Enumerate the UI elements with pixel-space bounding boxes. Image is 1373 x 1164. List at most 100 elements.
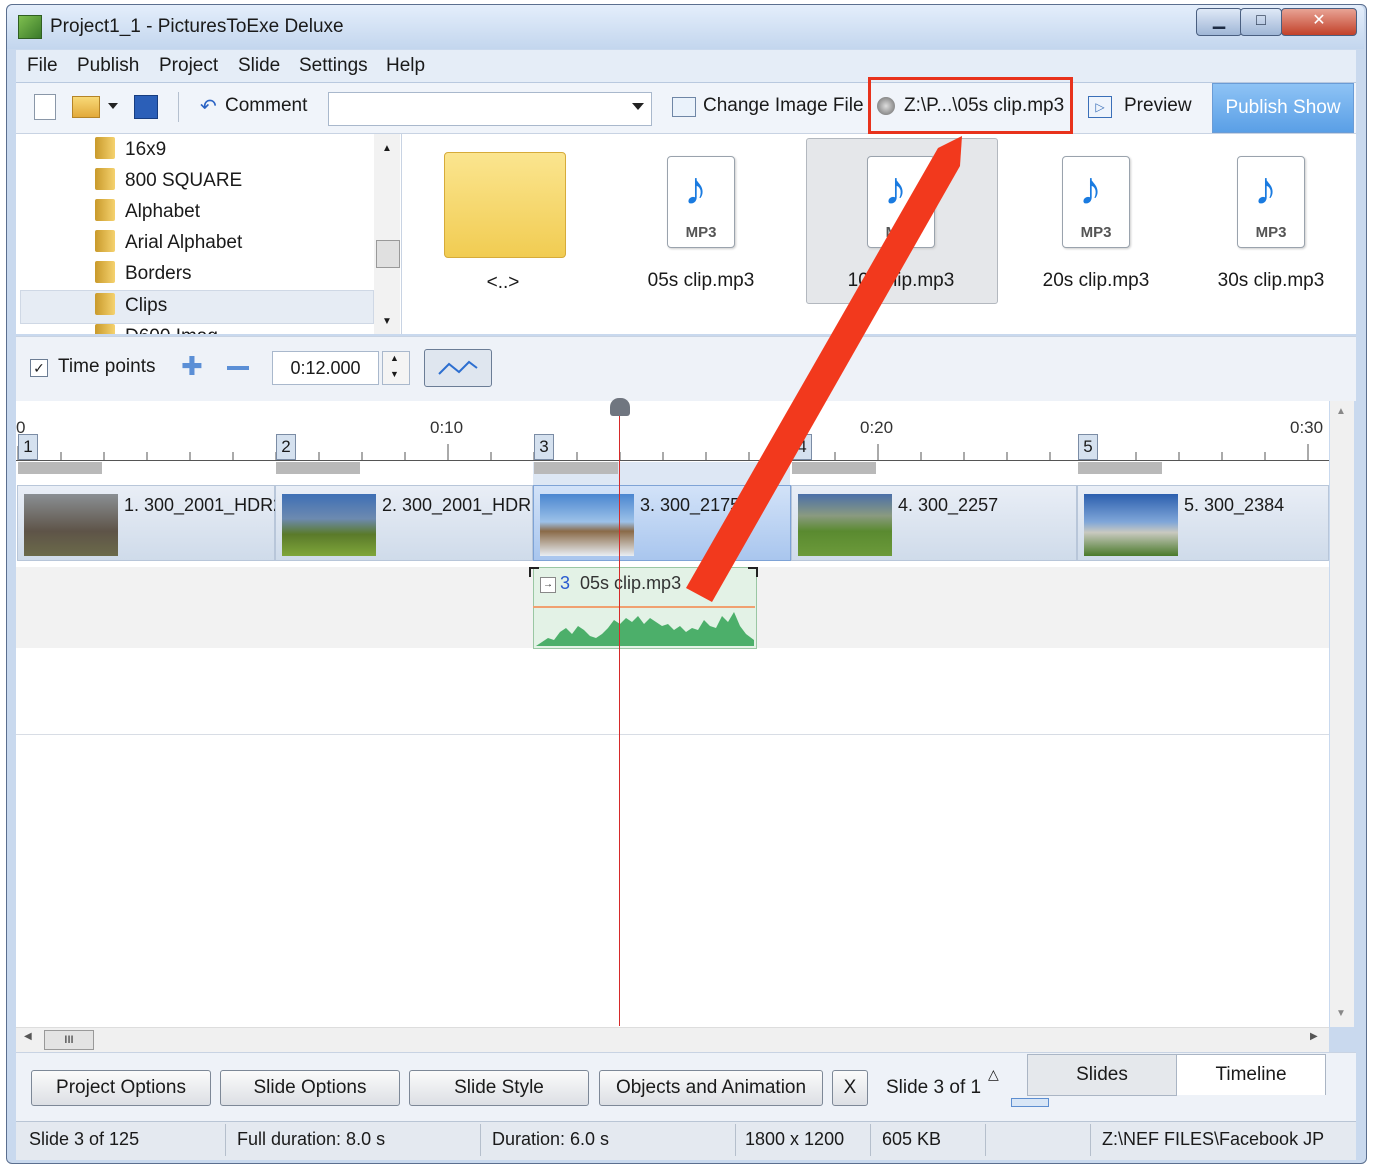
slide-label: 1. 300_2001_HDR2 xyxy=(124,495,284,515)
status-resolution: 1800 x 1200 xyxy=(745,1129,845,1149)
slide-options-button[interactable]: Slide Options xyxy=(220,1070,400,1106)
transition-bar[interactable] xyxy=(276,462,360,474)
tree-scrollbar[interactable] xyxy=(374,134,400,334)
triangle-up-icon[interactable]: △ xyxy=(988,1066,999,1083)
maximize-button[interactable]: □ xyxy=(1240,8,1282,36)
menu-file[interactable]: File xyxy=(27,55,58,77)
scroll-right-icon[interactable]: ▶ xyxy=(1310,1031,1318,1042)
timeline-vertical-scrollbar[interactable] xyxy=(1330,401,1354,1027)
file-tile[interactable]: ♪ MP3 20s clip.mp3 xyxy=(1001,140,1191,300)
horizontal-scroll-thumb[interactable]: III xyxy=(44,1030,94,1050)
clip-bracket-right[interactable] xyxy=(748,567,758,577)
slide-number-marker[interactable]: 3 xyxy=(534,434,554,460)
tree-folder[interactable]: D600 Imag... xyxy=(95,324,234,334)
slide-style-button[interactable]: Slide Style xyxy=(409,1070,589,1106)
file-tile-selected[interactable]: ♪ MP3 10s clip.mp3 xyxy=(806,140,996,300)
scroll-up-icon[interactable]: ▲ xyxy=(382,143,392,154)
comment-button[interactable]: Comment xyxy=(225,95,307,117)
clip-bracket-left[interactable] xyxy=(529,567,539,577)
tree-folder[interactable]: 16x9 xyxy=(95,137,166,167)
file-tile[interactable]: ♪ MP3 30s clip.mp3 xyxy=(1186,140,1356,300)
tree-scroll-thumb[interactable] xyxy=(376,240,400,268)
slide-thumbnail xyxy=(798,494,892,556)
close-panel-button[interactable]: X xyxy=(832,1070,868,1106)
timeline-slide[interactable]: 2. 300_2001_HDR xyxy=(275,485,533,561)
chevron-down-icon[interactable] xyxy=(632,103,644,110)
scroll-left-icon[interactable]: ◀ xyxy=(24,1031,32,1042)
open-folder-icon[interactable] xyxy=(72,96,100,118)
slide-thumbnail xyxy=(1084,494,1178,556)
minimize-button[interactable]: ▁ xyxy=(1196,8,1242,36)
objects-animation-button[interactable]: Objects and Animation xyxy=(599,1070,823,1106)
playhead-handle[interactable] xyxy=(610,398,630,416)
timeline-slide[interactable]: 4. 300_2257 xyxy=(791,485,1077,561)
ruler-ticks xyxy=(17,444,1309,460)
project-options-button[interactable]: Project Options xyxy=(31,1070,211,1106)
zoom-slider[interactable] xyxy=(1011,1098,1049,1107)
slide-label: 5. 300_2384 xyxy=(1184,495,1285,515)
envelope-toggle-button[interactable] xyxy=(424,349,492,387)
remove-point-icon[interactable] xyxy=(227,366,249,370)
undo-comment-icon: ↶ xyxy=(200,96,217,118)
folder-icon xyxy=(95,230,115,252)
status-separator xyxy=(870,1124,871,1156)
add-point-icon[interactable]: ✚ xyxy=(181,353,203,379)
scroll-down-icon[interactable]: ▼ xyxy=(1336,1008,1346,1019)
tree-folder[interactable]: 800 SQUARE xyxy=(95,168,242,198)
file-tile[interactable]: ♪ MP3 05s clip.mp3 xyxy=(606,140,796,300)
menu-settings[interactable]: Settings xyxy=(299,55,368,77)
preview-button[interactable]: Preview xyxy=(1124,95,1192,117)
file-name: 30s clip.mp3 xyxy=(1217,270,1325,291)
transition-bar[interactable] xyxy=(1078,462,1162,474)
menu-project[interactable]: Project xyxy=(159,55,218,77)
menu-publish[interactable]: Publish xyxy=(77,55,139,77)
transition-bar[interactable] xyxy=(534,462,618,474)
annotation-highlight-box xyxy=(868,77,1073,134)
playhead-line[interactable] xyxy=(619,408,620,1026)
mp3-icon: ♪ MP3 xyxy=(667,156,735,248)
file-name: 05s clip.mp3 xyxy=(647,270,755,291)
tree-folder[interactable]: Borders xyxy=(95,261,192,291)
spin-up-icon[interactable]: ▲ xyxy=(390,353,399,363)
transition-bar[interactable] xyxy=(792,462,876,474)
toolbar-separator xyxy=(178,92,179,122)
slide-number-marker[interactable]: 1 xyxy=(18,434,38,460)
tree-folder[interactable]: Alphabet xyxy=(95,199,200,229)
time-position-field[interactable]: 0:12.000 xyxy=(272,351,379,385)
menu-help[interactable]: Help xyxy=(386,55,425,77)
comment-input[interactable] xyxy=(328,92,652,126)
status-separator xyxy=(1090,1124,1091,1156)
file-tile[interactable]: <..> xyxy=(408,140,598,300)
timeline-slide-selected[interactable]: 3. 300_2175 xyxy=(533,485,791,561)
transition-bar[interactable] xyxy=(18,462,102,474)
save-icon[interactable] xyxy=(134,95,158,119)
tree-folder-label: Arial Alphabet xyxy=(125,232,243,253)
expand-icon[interactable]: → xyxy=(540,577,556,593)
slide-number-marker[interactable]: 2 xyxy=(276,434,296,460)
slide-number-marker[interactable]: 5 xyxy=(1078,434,1098,460)
scroll-down-icon[interactable]: ▼ xyxy=(382,316,392,327)
timeline-slide[interactable]: 1. 300_2001_HDR2 xyxy=(17,485,283,561)
folder-icon xyxy=(95,137,115,159)
tree-folder[interactable]: Arial Alphabet xyxy=(95,230,242,260)
status-size: 605 KB xyxy=(882,1129,942,1149)
menu-slide[interactable]: Slide xyxy=(238,55,280,77)
slide-number-marker[interactable]: 4 xyxy=(792,434,812,460)
folder-icon xyxy=(95,168,115,190)
new-file-icon[interactable] xyxy=(34,94,56,120)
spin-down-icon[interactable]: ▼ xyxy=(390,369,399,379)
publish-show-button[interactable]: Publish Show xyxy=(1212,83,1354,133)
scroll-up-icon[interactable]: ▲ xyxy=(1336,406,1346,417)
audio-waveform xyxy=(536,612,754,646)
timeline-horizontal-scrollbar[interactable] xyxy=(16,1027,1329,1052)
timeline-slide[interactable]: 5. 300_2384 xyxy=(1077,485,1329,561)
ruler-label: 0:30 xyxy=(1290,418,1324,437)
slide-label: 3. 300_2175 xyxy=(640,495,741,515)
tree-folder-selected[interactable]: Clips xyxy=(95,293,167,323)
change-image-button[interactable]: Change Image File xyxy=(703,95,864,117)
time-points-checkbox[interactable]: ✓ xyxy=(30,359,48,377)
open-dropdown-icon[interactable] xyxy=(108,103,118,109)
close-button[interactable]: ✕ xyxy=(1281,8,1357,36)
tab-slides[interactable]: Slides xyxy=(1027,1054,1177,1096)
tab-timeline[interactable]: Timeline xyxy=(1176,1054,1326,1095)
